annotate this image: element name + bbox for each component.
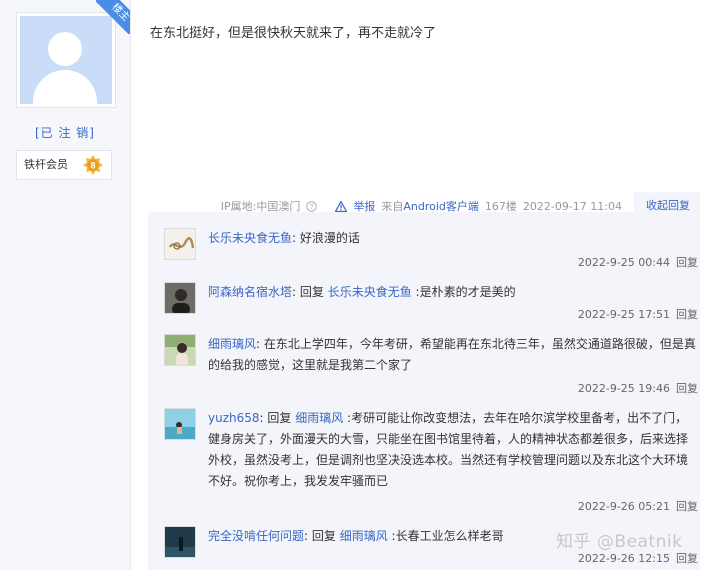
reply-button[interactable]: 回复	[676, 256, 698, 269]
reply-panel: 长乐未央食无鱼: 好浪漫的话 2022-9-25 00:44 回复 阿森纳名宿水塔…	[148, 212, 700, 570]
reply-separator: : 回复	[304, 529, 340, 543]
reply-meta: 2022-9-26 12:15 回复	[578, 550, 698, 566]
reply-button[interactable]: 回复	[676, 308, 698, 321]
post-content: 在东北挺好，但是很快秋天就来了，再不走就冷了	[150, 26, 437, 41]
user-avatar-icon	[165, 409, 195, 439]
reply-avatar[interactable]	[164, 282, 196, 314]
reply-time: 2022-9-25 00:44	[577, 256, 670, 269]
user-avatar-icon	[165, 229, 195, 259]
reply-content: :长春工业怎么样老哥	[387, 529, 504, 543]
user-avatar-icon	[165, 283, 195, 313]
warning-triangle-icon	[335, 200, 348, 212]
reply-button[interactable]: 回复	[676, 500, 698, 513]
reply-text: yuzh658: 回复 细雨璃风 :考研可能让你改变想法，去年在哈尔滨学校里备考…	[208, 408, 698, 492]
reply-content: :是朴素的才是美的	[411, 285, 516, 299]
reply-time: 2022-9-25 19:46	[577, 382, 670, 395]
user-avatar-icon	[165, 527, 195, 557]
op-badge-label: 楼主	[96, 0, 130, 34]
reply-content: 在东北上学四年，今年考研，希望能再在东北待三年，虽然交通道路很破，但是真的给我的…	[208, 337, 696, 372]
reply-username[interactable]: 阿森纳名宿水塔	[208, 285, 292, 299]
reply-text: 细雨璃风: 在东北上学四年，今年考研，希望能再在东北待三年，虽然交通道路很破，但…	[208, 334, 698, 376]
reply-avatar[interactable]	[164, 334, 196, 366]
reply-avatar[interactable]	[164, 408, 196, 440]
reply-meta: 2022-9-26 05:21 回复	[578, 498, 698, 514]
reply-username[interactable]: 长乐未央食无鱼	[208, 231, 292, 245]
reply-to-username[interactable]: 长乐未央食无鱼	[328, 285, 412, 299]
reply-separator: : 回复	[292, 285, 328, 299]
reply-time: 2022-9-26 05:21	[577, 500, 670, 513]
reply-meta: 2022-9-25 19:46 回复	[578, 380, 698, 396]
member-level-badge[interactable]: 铁杆会员 8	[16, 150, 112, 180]
reply-avatar[interactable]	[164, 526, 196, 558]
reply-meta: 2022-9-25 00:44 回复	[578, 254, 698, 270]
reply-time: 2022-9-25 17:51	[577, 308, 670, 321]
member-level-number: 8	[90, 160, 95, 170]
reply-separator: :	[256, 337, 264, 351]
reply-avatar[interactable]	[164, 228, 196, 260]
reply-text: 长乐未央食无鱼: 好浪漫的话	[208, 228, 698, 249]
reply-to-username[interactable]: 细雨璃风	[295, 411, 343, 425]
reply-username[interactable]: 细雨璃风	[208, 337, 256, 351]
author-name[interactable]: [已 注 销]	[0, 124, 130, 141]
help-circle-icon[interactable]: ?	[306, 200, 318, 212]
reply-username[interactable]: yuzh658	[208, 411, 260, 425]
reply-content: 好浪漫的话	[299, 231, 360, 245]
reply-text: 阿森纳名宿水塔: 回复 长乐未央食无鱼 :是朴素的才是美的	[208, 282, 698, 303]
reply-button[interactable]: 回复	[676, 382, 698, 395]
reply-meta: 2022-9-25 17:51 回复	[578, 306, 698, 322]
watermark: 知乎 @Beatnik	[556, 532, 683, 552]
reply-username[interactable]: 完全没啃任何问题	[208, 529, 304, 543]
op-corner-badge: 楼主	[96, 0, 130, 34]
reply-button[interactable]: 回复	[676, 552, 698, 565]
reply-separator: :	[292, 231, 300, 245]
member-label: 铁杆会员	[24, 158, 68, 171]
post-time: 2022-09-17 11:04	[522, 199, 622, 213]
reply-separator: : 回复	[259, 411, 296, 425]
reply-to-username[interactable]: 细雨璃风	[340, 529, 388, 543]
author-column: 楼主 [已 注 销] 铁杆会员 8	[0, 0, 131, 570]
user-avatar-icon	[165, 335, 195, 365]
svg-text:?: ?	[310, 202, 314, 211]
level-star-icon: 8	[83, 155, 103, 175]
reply-time: 2022-9-26 12:15	[577, 552, 670, 565]
